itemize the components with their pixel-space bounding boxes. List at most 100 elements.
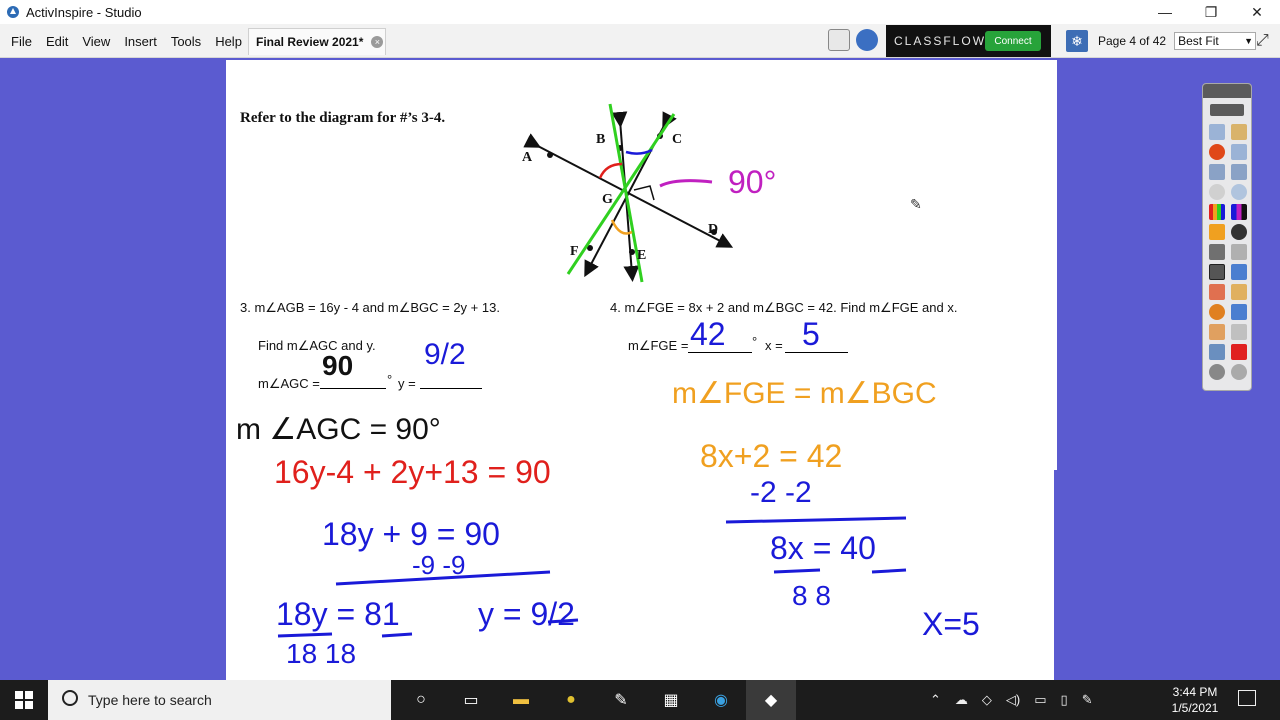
connector-icon[interactable]	[1231, 304, 1247, 320]
chrome-icon[interactable]: ●	[546, 680, 596, 720]
document-tab-label: Final Review 2021*	[256, 35, 364, 49]
pen-width-icon[interactable]	[1209, 224, 1225, 240]
tools-icon[interactable]	[1231, 324, 1247, 340]
toolbox-header[interactable]	[1203, 84, 1251, 98]
page-edge	[1054, 60, 1057, 470]
pen-icon[interactable]	[1209, 264, 1225, 280]
notification-icon[interactable]	[1238, 690, 1256, 706]
fullscreen-icon[interactable]: ⤢	[1256, 32, 1269, 50]
ink-90-note: 90°	[728, 164, 777, 200]
network-icon[interactable]: ▭	[1034, 692, 1046, 708]
maximize-button[interactable]: ❐	[1188, 0, 1234, 24]
label-d: D	[708, 222, 719, 237]
chevron-up-icon[interactable]: ⌃	[930, 692, 941, 708]
menu-file[interactable]: File	[4, 34, 39, 49]
label-g: G	[602, 192, 613, 207]
menu-tools[interactable]: Tools	[164, 34, 208, 49]
clock[interactable]: 3:44 PM 1/5/2021	[1160, 684, 1230, 716]
windows-icon	[15, 691, 33, 709]
menu-insert[interactable]: Insert	[117, 34, 164, 49]
highlighter-icon[interactable]	[1231, 264, 1247, 280]
stop-icon[interactable]	[1209, 144, 1225, 160]
taskbar-search[interactable]: Type here to search	[48, 680, 391, 720]
magic-ink-icon[interactable]	[1231, 244, 1247, 260]
task-view-icon[interactable]: ▭	[446, 680, 496, 720]
ink-right-line-2: 8x+2 = 42	[700, 438, 843, 474]
ink-q4-x: 5	[802, 316, 820, 352]
label-f: F	[570, 244, 579, 259]
select-icon[interactable]	[1209, 244, 1225, 260]
next-page-icon[interactable]	[1231, 164, 1247, 180]
paint-icon[interactable]: ✎	[596, 680, 646, 720]
ink-left-line-3: 18y + 9 = 90	[322, 516, 500, 552]
ink-q4-angle: 42	[690, 316, 726, 352]
pen-cursor-icon: ✎	[910, 196, 922, 212]
ink-left-line-7: y = 9/2	[478, 596, 575, 632]
close-button[interactable]: ✕	[1234, 0, 1280, 24]
label-e: E	[637, 248, 647, 263]
menu-help[interactable]: Help	[208, 34, 249, 49]
minimize-button[interactable]: —	[1142, 0, 1188, 24]
pen-tray-icon[interactable]: ✎	[1082, 692, 1093, 708]
menu-edit[interactable]: Edit	[39, 34, 75, 49]
edge-icon[interactable]: ◉	[696, 680, 746, 720]
resource-browser-icon[interactable]	[1231, 124, 1247, 140]
cortana-icon[interactable]: ○	[396, 680, 446, 720]
zoom-select[interactable]: Best Fit ▼	[1174, 32, 1257, 50]
file-explorer-icon[interactable]: ▬	[496, 680, 546, 720]
chevron-down-icon: ▼	[1244, 36, 1254, 46]
classflow-logo: CLASSFLOW	[894, 34, 987, 48]
title-bar: ActivInspire - Studio — ❐ ✕	[0, 0, 1280, 24]
color-palette-icon[interactable]	[1209, 204, 1225, 220]
window-title: ActivInspire - Studio	[26, 4, 142, 20]
document-tab[interactable]: Final Review 2021* ×	[248, 28, 386, 55]
shape-icon[interactable]	[1209, 304, 1225, 320]
eraser-icon[interactable]	[1209, 284, 1225, 300]
snowflake-icon[interactable]: ❄	[1066, 30, 1088, 52]
desktop-icon[interactable]	[1209, 184, 1225, 200]
page-browser-icon[interactable]	[828, 29, 850, 51]
connect-button[interactable]: Connect	[985, 31, 1041, 51]
color-palette-2-icon[interactable]	[1231, 204, 1247, 220]
text-icon[interactable]	[1209, 324, 1225, 340]
ink-right-line-4: 8x = 40	[770, 530, 876, 566]
calculator-icon[interactable]: ▦	[646, 680, 696, 720]
ink-right-line-1: m∠FGE = m∠BGC	[672, 377, 937, 410]
onedrive-icon[interactable]: ☁	[955, 692, 968, 708]
tab-close-icon[interactable]: ×	[371, 36, 384, 48]
annotate-icon[interactable]	[1231, 184, 1247, 200]
label-c: C	[672, 132, 683, 147]
zoom-select-value: Best Fit	[1178, 34, 1219, 48]
activinspire-icon	[7, 6, 19, 18]
ink-q3-y: 9/2	[424, 338, 466, 371]
rocket-icon[interactable]	[856, 29, 878, 51]
fill-icon[interactable]	[1231, 284, 1247, 300]
ink-right-line-6: X=5	[922, 606, 980, 642]
ink-left-line-1: m ∠AGC = 90°	[236, 413, 441, 446]
volume-icon[interactable]: ◁)	[1006, 692, 1020, 708]
ink-right-line-3: -2 -2	[750, 476, 812, 509]
label-b: B	[596, 132, 606, 147]
ink-left-line-6: 18 18	[286, 638, 357, 669]
pen-size-icon[interactable]	[1231, 224, 1247, 240]
start-button[interactable]	[0, 680, 48, 720]
menu-view[interactable]: View	[75, 34, 117, 49]
flipchart-page[interactable]: Refer to the diagram for #’s 3-4. 3. m∠A…	[226, 60, 1054, 680]
dropbox-icon[interactable]: ◇	[982, 692, 992, 708]
redo-icon[interactable]	[1231, 364, 1247, 380]
clock-date: 1/5/2021	[1171, 701, 1219, 715]
reset-icon[interactable]	[1231, 344, 1247, 360]
prev-page-icon[interactable]	[1209, 164, 1225, 180]
activinspire-taskbar-icon[interactable]: ◆	[746, 680, 796, 720]
page-indicator: Page 4 of 42	[1098, 34, 1167, 48]
battery-icon[interactable]: ▯	[1061, 692, 1068, 708]
ink-left-line-2: 16y-4 + 2y+13 = 90	[274, 454, 551, 490]
ink-right-line-5: 8 8	[792, 580, 831, 611]
undo-icon[interactable]	[1209, 364, 1225, 380]
toolbox-expand-icon[interactable]	[1210, 104, 1244, 116]
main-menu-icon[interactable]	[1209, 124, 1225, 140]
ink-left-line-5: 18y = 81	[276, 596, 400, 632]
floating-toolbox[interactable]	[1202, 83, 1252, 391]
page-icon[interactable]	[1231, 144, 1247, 160]
clear-icon[interactable]	[1209, 344, 1225, 360]
